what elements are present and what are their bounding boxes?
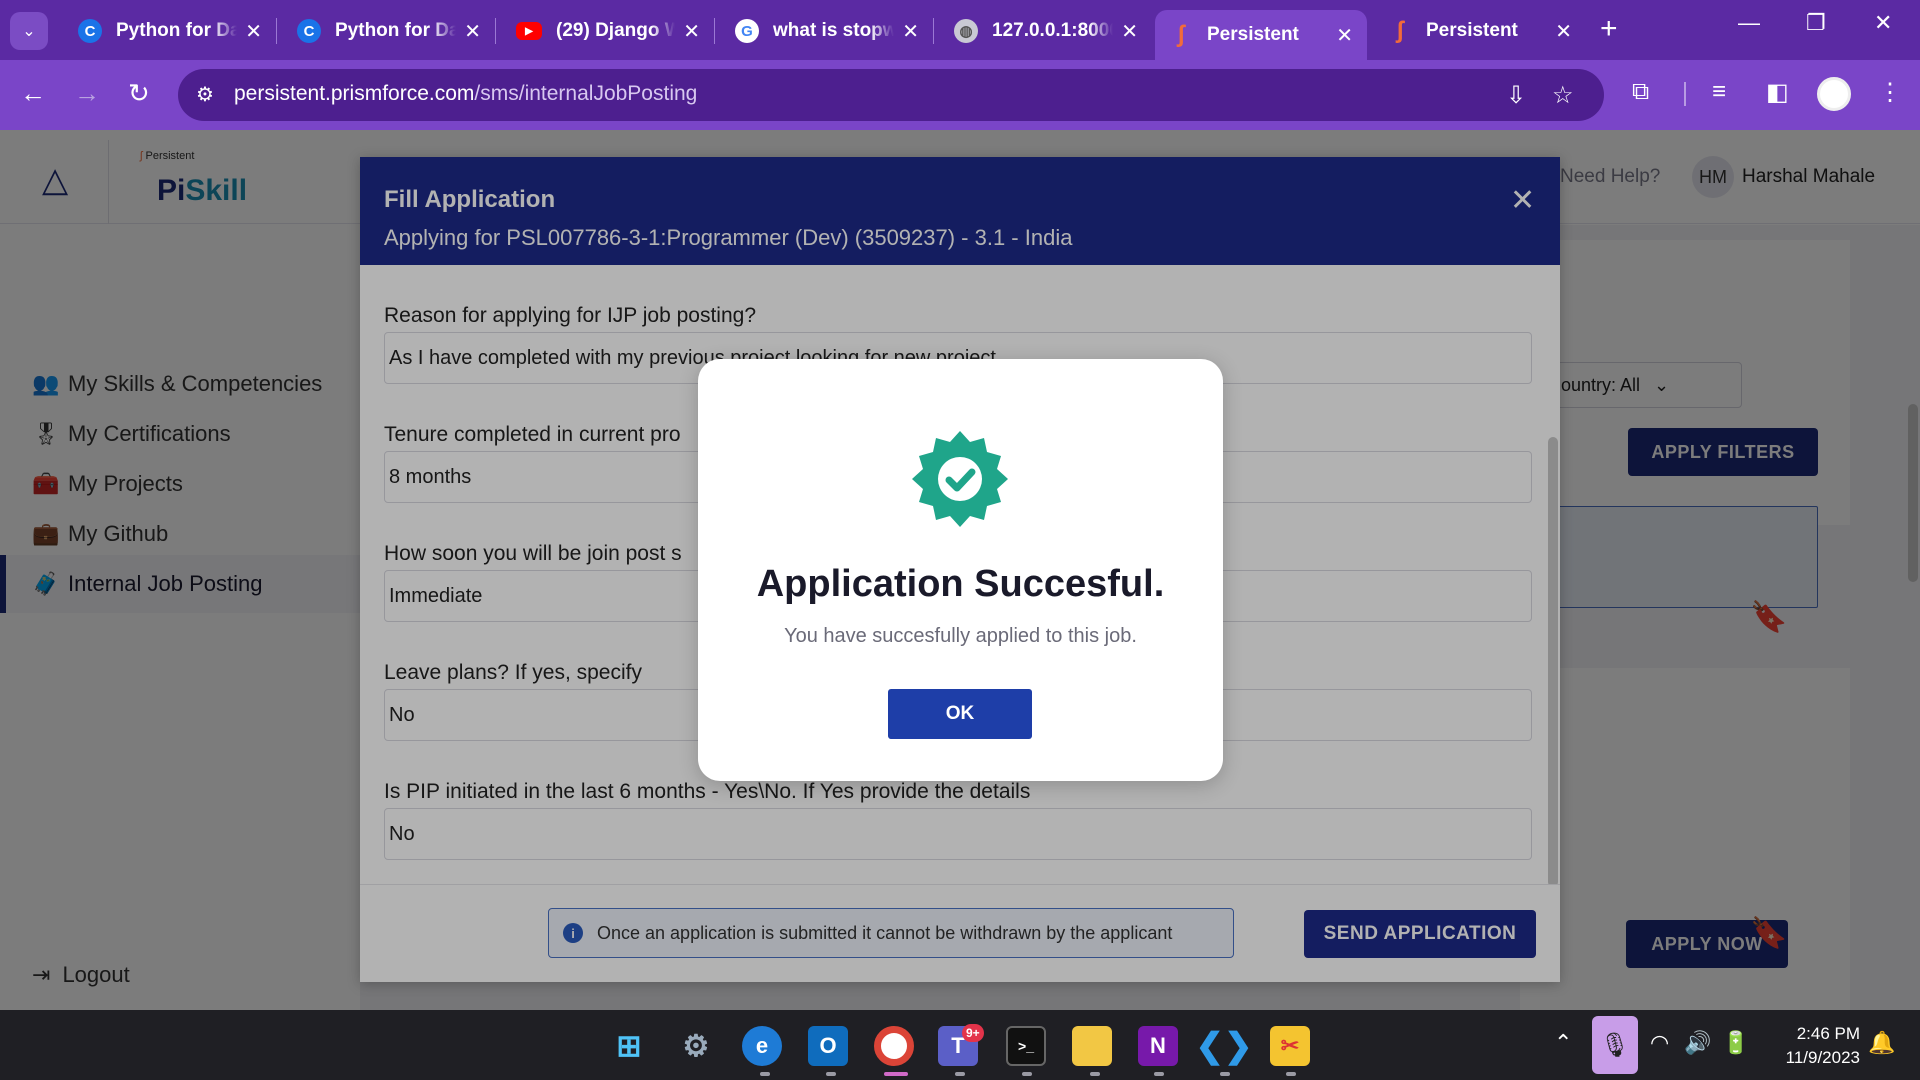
edge-icon[interactable]: e	[742, 1026, 782, 1066]
close-tab-icon[interactable]: ✕	[245, 19, 262, 44]
terminal-icon[interactable]: >_	[1006, 1026, 1046, 1066]
tab-title: Persistent	[1426, 20, 1518, 41]
close-tab-icon[interactable]: ✕	[1121, 19, 1138, 44]
close-tab-icon[interactable]: ✕	[1336, 23, 1353, 48]
windows-start-icon[interactable]: ⊞	[609, 1026, 649, 1066]
running-indicator	[1090, 1072, 1100, 1076]
profile-avatar[interactable]	[1817, 77, 1851, 111]
running-indicator-active	[884, 1072, 908, 1076]
file-explorer-icon[interactable]	[1072, 1026, 1112, 1066]
show-hidden-icons-icon[interactable]: ⌃	[1554, 1030, 1572, 1056]
teams-notification-badge: 9+	[962, 1024, 984, 1042]
close-tab-icon[interactable]: ✕	[902, 19, 919, 44]
browser-tab[interactable]: C Python for Data ✕	[283, 10, 495, 52]
reload-icon[interactable]: ↻	[128, 78, 150, 109]
clock-time: 2:46 PM	[1796, 1024, 1860, 1043]
close-tab-icon[interactable]: ✕	[464, 19, 481, 44]
site-settings-icon[interactable]: ⚙	[196, 82, 214, 107]
tab-title: Persistent	[1207, 24, 1299, 45]
onenote-icon[interactable]: N	[1138, 1026, 1178, 1066]
tab-separator	[714, 18, 715, 44]
close-tab-icon[interactable]: ✕	[683, 19, 700, 44]
side-panel-icon[interactable]: ◧	[1766, 78, 1789, 107]
clock[interactable]: 2:46 PM 11/9/2023	[1768, 1022, 1860, 1070]
restore-icon[interactable]: ❐	[1806, 10, 1826, 36]
running-indicator	[826, 1072, 836, 1076]
chrome-menu-icon[interactable]: ⋮	[1878, 78, 1902, 107]
back-icon[interactable]: ←	[20, 78, 46, 109]
media-control-icon[interactable]: ≡	[1712, 78, 1726, 106]
install-app-icon[interactable]: ⇩	[1506, 81, 1526, 110]
forward-icon[interactable]: →	[74, 78, 100, 109]
running-indicator	[1154, 1072, 1164, 1076]
address-toolbar: ← → ↻ ⚙ persistent.prismforce.com/sms/in…	[0, 60, 1920, 130]
ok-button[interactable]: OK	[888, 689, 1032, 739]
clock-date: 11/9/2023	[1785, 1048, 1860, 1067]
browser-tab-active[interactable]: ʃ Persistent ✕	[1155, 10, 1367, 60]
browser-tab[interactable]: G what is stopwords ✕	[721, 10, 933, 52]
browser-tab[interactable]: ʃ Persistent ✕	[1374, 10, 1586, 52]
running-indicator	[1286, 1072, 1296, 1076]
tab-separator	[276, 18, 277, 44]
url-text[interactable]: persistent.prismforce.com/sms/internalJo…	[234, 82, 697, 106]
tab-separator	[933, 18, 934, 44]
running-indicator	[1220, 1072, 1230, 1076]
vscode-icon[interactable]: ❮❯	[1196, 1026, 1253, 1066]
omnibox[interactable]: ⚙ persistent.prismforce.com/sms/internal…	[178, 69, 1604, 121]
youtube-icon: ▶	[516, 22, 542, 40]
tab-title: 127.0.0.1:8000	[992, 20, 1114, 41]
extensions-icon[interactable]: ⧉	[1632, 78, 1649, 106]
running-indicator	[760, 1072, 770, 1076]
persistent-icon: ʃ	[1177, 21, 1185, 48]
browser-tab-bar: ⌄ C Python for Data ✕ C Python for Data …	[0, 0, 1920, 60]
microphone-icon[interactable]: 🎙	[1592, 1016, 1638, 1074]
toolbar-separator	[1684, 82, 1686, 106]
browser-tab[interactable]: ▶ (29) Django W ✕	[502, 10, 714, 52]
close-tab-icon[interactable]: ✕	[1555, 19, 1572, 44]
google-icon: G	[735, 19, 759, 43]
running-indicator	[955, 1072, 965, 1076]
tab-title: Python for Data	[335, 20, 457, 41]
settings-gear-icon[interactable]: ⚙	[676, 1026, 716, 1066]
success-message: You have succesfully applied to this job…	[784, 625, 1137, 647]
tab-title: Python for Data	[116, 20, 238, 41]
volume-icon[interactable]: 🔊	[1684, 1030, 1711, 1056]
tab-separator	[495, 18, 496, 44]
close-window-icon[interactable]: ✕	[1874, 10, 1892, 36]
tab-title: what is stopwords	[773, 20, 895, 41]
coursera-favicon-icon: C	[78, 19, 102, 43]
wifi-icon[interactable]: ◠	[1650, 1030, 1669, 1056]
globe-icon: ◍	[954, 19, 978, 43]
chrome-icon[interactable]	[874, 1026, 914, 1066]
outlook-icon[interactable]: O	[808, 1026, 848, 1066]
battery-icon[interactable]: 🔋	[1722, 1030, 1749, 1056]
minimize-icon[interactable]: —	[1738, 10, 1760, 36]
success-dialog: Application Succesful. You have succesfu…	[698, 359, 1223, 781]
tab-search-chevron-icon[interactable]: ⌄	[10, 12, 48, 50]
url-domain: persistent.prismforce.com	[234, 82, 475, 105]
url-path: /sms/internalJobPosting	[474, 82, 698, 105]
browser-tab[interactable]: C Python for Data ✕	[64, 10, 276, 52]
new-tab-plus-icon[interactable]: +	[1600, 12, 1618, 46]
tab-title: (29) Django W	[556, 20, 676, 41]
verified-check-icon	[912, 431, 1008, 527]
running-indicator	[1022, 1072, 1032, 1076]
coursera-favicon-icon: C	[297, 19, 321, 43]
browser-tab[interactable]: ◍ 127.0.0.1:8000 ✕	[940, 10, 1152, 52]
notifications-icon[interactable]: 🔔	[1868, 1030, 1895, 1056]
persistent-icon: ʃ	[1396, 17, 1404, 44]
success-title: Application Succesful.	[756, 563, 1165, 605]
snipping-tool-icon[interactable]: ✂	[1270, 1026, 1310, 1066]
bookmark-star-icon[interactable]: ☆	[1552, 81, 1574, 110]
taskbar: ⊞ ⚙ e O T 9+ >_ N ❮❯ ✂ ⌃ 🎙 ◠ 🔊 🔋 2:46 PM…	[0, 1010, 1920, 1080]
